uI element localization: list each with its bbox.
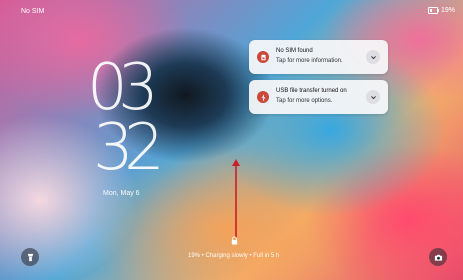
notification-no-sim[interactable]: No SIM found Tap for more information. xyxy=(249,40,388,74)
notification-title: No SIM found xyxy=(276,48,313,54)
carrier-label: No SIM xyxy=(21,8,45,15)
swipe-up-arrow-icon xyxy=(232,159,240,238)
notification-body: Tap for more options. xyxy=(276,98,333,104)
clock-hour-ones: 3 xyxy=(118,51,159,125)
flashlight-button[interactable] xyxy=(21,248,39,266)
notification-usb-transfer[interactable]: USB file transfer turned on Tap for more… xyxy=(249,80,388,114)
chevron-down-icon[interactable] xyxy=(366,50,380,64)
flashlight-icon xyxy=(27,253,33,261)
lock-icon xyxy=(231,236,238,245)
sim-icon xyxy=(257,51,269,63)
battery-percent: 19% xyxy=(440,7,455,14)
chevron-down-icon[interactable] xyxy=(366,90,380,104)
notification-body: Tap for more information. xyxy=(276,58,343,64)
notification-title: USB file transfer turned on xyxy=(276,88,347,94)
clock-minute-ones: 2 xyxy=(124,111,165,185)
usb-icon xyxy=(257,91,269,103)
lock-date: Mon, May 6 xyxy=(103,190,140,197)
battery-indicator: 19% xyxy=(427,7,455,14)
charging-status: 19% • Charging slowly • Full in 5 h xyxy=(188,253,280,259)
camera-button[interactable] xyxy=(429,248,447,266)
status-bar: No SIM 19% xyxy=(0,0,463,22)
battery-icon xyxy=(427,7,438,14)
camera-icon xyxy=(434,254,442,261)
